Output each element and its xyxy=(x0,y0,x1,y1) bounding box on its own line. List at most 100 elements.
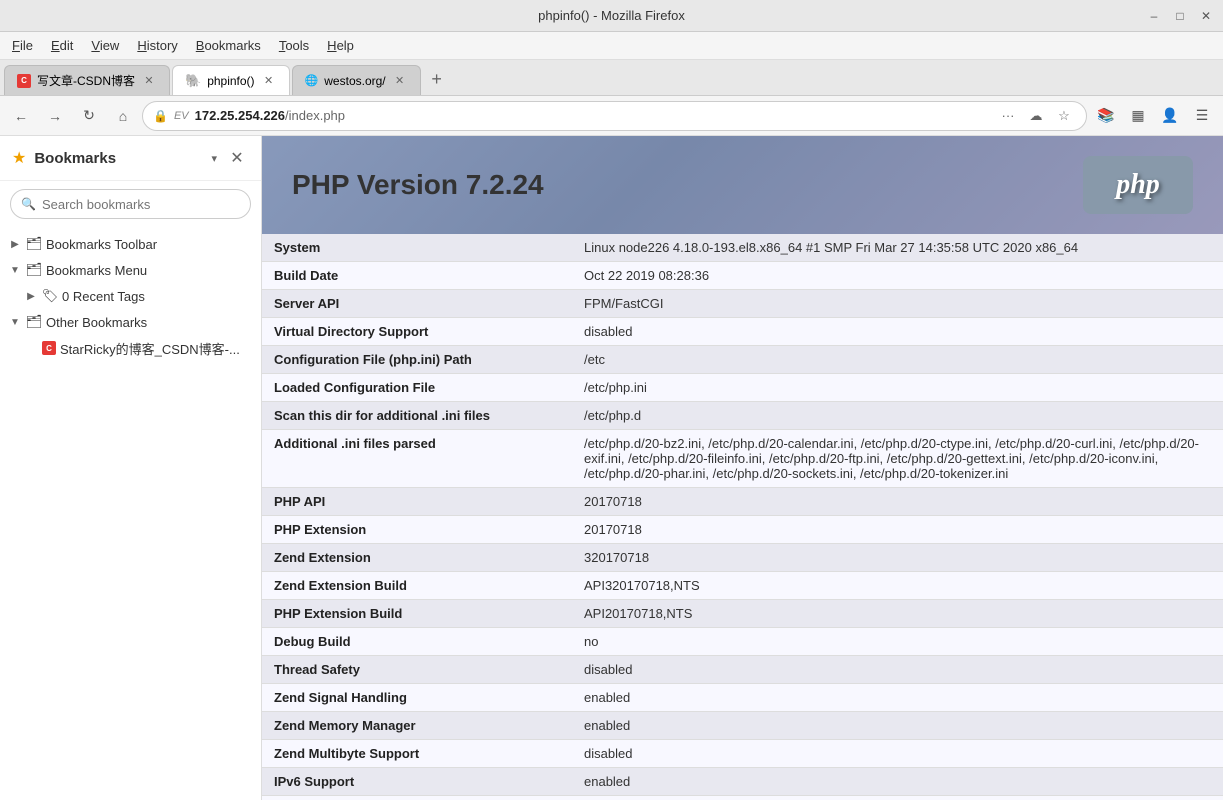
more-info-button[interactable]: ··· xyxy=(996,104,1020,128)
table-row: Virtual Directory Supportdisabled xyxy=(262,318,1223,346)
table-cell-key: IPv6 Support xyxy=(262,768,572,796)
menu-file[interactable]: File xyxy=(4,34,41,57)
table-row: Build DateOct 22 2019 08:28:36 xyxy=(262,262,1223,290)
search-bookmarks-input[interactable] xyxy=(42,197,240,212)
tab-phpinfo-close[interactable]: ✕ xyxy=(261,73,277,89)
bookmark-star-button[interactable]: ☆ xyxy=(1052,104,1076,128)
table-row: Thread Safetydisabled xyxy=(262,656,1223,684)
table-cell-value: Linux node226 4.18.0-193.el8.x86_64 #1 S… xyxy=(572,234,1223,262)
table-cell-value: available, disabled xyxy=(572,796,1223,800)
new-tab-button[interactable]: + xyxy=(423,65,451,93)
table-cell-key: Configuration File (php.ini) Path xyxy=(262,346,572,374)
sidebar-close-button[interactable]: ✕ xyxy=(225,146,249,170)
menu-bar: File Edit View History Bookmarks Tools H… xyxy=(0,32,1223,60)
table-row: Zend Extension BuildAPI320170718,NTS xyxy=(262,572,1223,600)
tab-phpinfo[interactable]: 🐘 phpinfo() ✕ xyxy=(172,65,290,95)
minimize-button[interactable]: – xyxy=(1145,7,1163,25)
table-row: PHP API20170718 xyxy=(262,488,1223,516)
table-cell-key: Zend Extension Build xyxy=(262,572,572,600)
table-row: Zend Memory Managerenabled xyxy=(262,712,1223,740)
tree-arrow-other: ▼ xyxy=(8,315,22,329)
table-row: PHP Extension20170718 xyxy=(262,516,1223,544)
sidebar-item-bookmarks-toolbar[interactable]: ▶ 🗂 Bookmarks Toolbar xyxy=(0,231,261,257)
menu-tools[interactable]: Tools xyxy=(271,34,317,57)
csdn-favicon-bookmark: C xyxy=(42,341,56,355)
sidebar-item-starricky[interactable]: ▶ C StarRicky的博客_CSDN博客-... xyxy=(0,335,261,361)
maximize-button[interactable]: □ xyxy=(1171,7,1189,25)
sidebar-item-recent-tags[interactable]: ▶ 🏷 0 Recent Tags xyxy=(0,283,261,309)
table-cell-key: PHP Extension Build xyxy=(262,600,572,628)
table-row: Debug Buildno xyxy=(262,628,1223,656)
nav-bar: ← → ↻ ⌂ 🔒 EV 172.25.254.226/index.php ··… xyxy=(0,96,1223,136)
close-window-button[interactable]: ✕ xyxy=(1197,7,1215,25)
ev-icon: EV xyxy=(174,110,189,122)
menu-view[interactable]: View xyxy=(83,34,127,57)
table-cell-key: Thread Safety xyxy=(262,656,572,684)
profile-button[interactable]: 👤 xyxy=(1155,101,1185,131)
url-domain: 172.25.254.226 xyxy=(195,108,285,123)
phpinfo-wrapper: PHP Version 7.2.24 php SystemLinux node2… xyxy=(262,136,1223,800)
table-cell-key: System xyxy=(262,234,572,262)
table-cell-key: Debug Build xyxy=(262,628,572,656)
table-cell-value: enabled xyxy=(572,768,1223,796)
tree-arrow-toolbar: ▶ xyxy=(8,237,22,251)
nav-right-controls: 📚 ▦ 👤 ☰ xyxy=(1091,101,1217,131)
search-bookmarks-container[interactable]: 🔍 xyxy=(10,189,251,219)
tab-westos-close[interactable]: ✕ xyxy=(392,73,408,89)
tree-arrow-recent-tags: ▶ xyxy=(24,289,38,303)
table-cell-key: Build Date xyxy=(262,262,572,290)
forward-button[interactable]: → xyxy=(40,101,70,131)
table-cell-value: disabled xyxy=(572,318,1223,346)
home-button[interactable]: ⌂ xyxy=(108,101,138,131)
menu-bookmarks[interactable]: Bookmarks xyxy=(188,34,269,57)
window-title: phpinfo() - Mozilla Firefox xyxy=(538,8,685,23)
other-bookmarks-label: Other Bookmarks xyxy=(46,315,253,330)
sidebar-header: ★ Bookmarks ▾ ✕ xyxy=(0,136,261,181)
menu-help[interactable]: Help xyxy=(319,34,362,57)
table-row: Server APIFPM/FastCGI xyxy=(262,290,1223,318)
recent-tags-label: 0 Recent Tags xyxy=(62,289,253,304)
tab-westos[interactable]: 🌐 westos.org/ ✕ xyxy=(292,65,421,95)
table-row: Configuration File (php.ini) Path/etc xyxy=(262,346,1223,374)
phpinfo-favicon: 🐘 xyxy=(185,73,201,89)
westos-favicon: 🌐 xyxy=(305,74,319,87)
table-cell-key: PHP Extension xyxy=(262,516,572,544)
table-cell-value: enabled xyxy=(572,712,1223,740)
phpinfo-header: PHP Version 7.2.24 php xyxy=(262,136,1223,234)
window-controls: – □ ✕ xyxy=(1145,7,1215,25)
tab-csdn-label: 写文章-CSDN博客 xyxy=(37,72,135,89)
table-cell-value: Oct 22 2019 08:28:36 xyxy=(572,262,1223,290)
table-cell-value: FPM/FastCGI xyxy=(572,290,1223,318)
pocket-button[interactable]: ☁ xyxy=(1024,104,1048,128)
main-layout: ★ Bookmarks ▾ ✕ 🔍 ▶ 🗂 Bookmarks Toolbar … xyxy=(0,136,1223,800)
table-row: DTrace Supportavailable, disabled xyxy=(262,796,1223,800)
sidebar-item-bookmarks-menu[interactable]: ▼ 🗂 Bookmarks Menu xyxy=(0,257,261,283)
table-cell-value: 20170718 xyxy=(572,516,1223,544)
menu-button[interactable]: ☰ xyxy=(1187,101,1217,131)
table-cell-value: disabled xyxy=(572,656,1223,684)
url-display[interactable]: 172.25.254.226/index.php xyxy=(195,108,990,123)
content-area[interactable]: PHP Version 7.2.24 php SystemLinux node2… xyxy=(262,136,1223,800)
bookmarks-sidebar: ★ Bookmarks ▾ ✕ 🔍 ▶ 🗂 Bookmarks Toolbar … xyxy=(0,136,262,800)
table-cell-value: /etc/php.d/20-bz2.ini, /etc/php.d/20-cal… xyxy=(572,430,1223,488)
collections-button[interactable]: 📚 xyxy=(1091,101,1121,131)
table-cell-value: enabled xyxy=(572,684,1223,712)
tab-csdn[interactable]: C 写文章-CSDN博客 ✕ xyxy=(4,65,170,95)
menu-history[interactable]: History xyxy=(129,34,185,57)
table-cell-key: Server API xyxy=(262,290,572,318)
folder-icon-other: 🗂 xyxy=(26,314,42,330)
bookmarks-dropdown-icon[interactable]: ▾ xyxy=(211,152,217,165)
address-bar[interactable]: 🔒 EV 172.25.254.226/index.php ··· ☁ ☆ xyxy=(142,101,1087,131)
folder-icon-toolbar: 🗂 xyxy=(26,236,42,252)
table-row: IPv6 Supportenabled xyxy=(262,768,1223,796)
reload-button[interactable]: ↻ xyxy=(74,101,104,131)
table-row: Scan this dir for additional .ini files/… xyxy=(262,402,1223,430)
table-row: Zend Signal Handlingenabled xyxy=(262,684,1223,712)
menu-edit[interactable]: Edit xyxy=(43,34,81,57)
sidebar-toggle-button[interactable]: ▦ xyxy=(1123,101,1153,131)
sidebar-item-other-bookmarks[interactable]: ▼ 🗂 Other Bookmarks xyxy=(0,309,261,335)
back-button[interactable]: ← xyxy=(6,101,36,131)
table-cell-key: Scan this dir for additional .ini files xyxy=(262,402,572,430)
tab-csdn-close[interactable]: ✕ xyxy=(141,73,157,89)
csdn-favicon: C xyxy=(17,74,31,88)
